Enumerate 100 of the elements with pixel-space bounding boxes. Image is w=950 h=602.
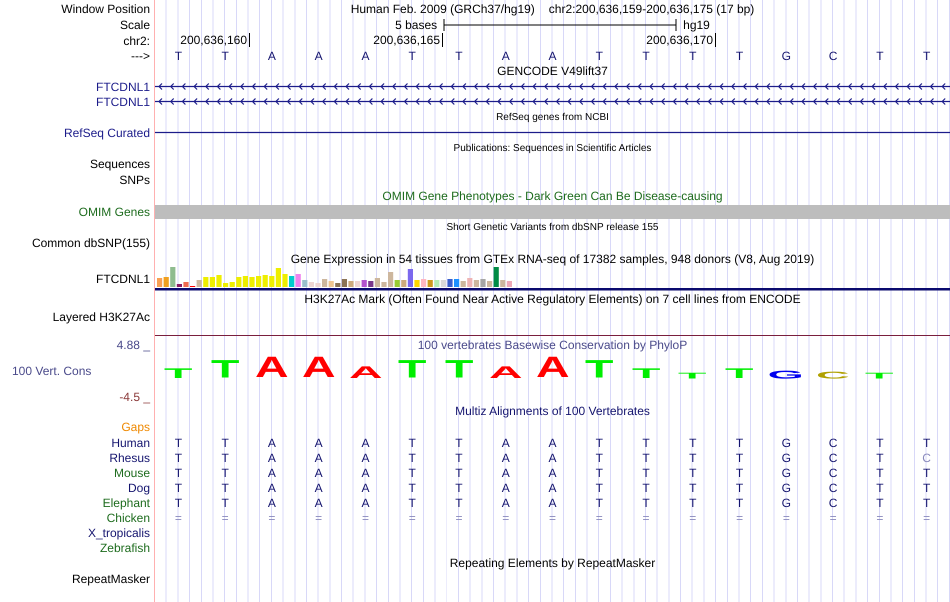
track-label[interactable]: FTCDNL1: [96, 272, 150, 286]
track-label[interactable]: Layered H3K27Ac: [52, 310, 150, 324]
alignment-base: T: [408, 436, 416, 450]
track-label[interactable]: Human: [111, 436, 150, 450]
alignment-base: A: [502, 450, 510, 464]
alignment-base: T: [174, 436, 182, 450]
alignment-base: A: [502, 480, 510, 494]
track-label[interactable]: Sequences: [90, 157, 150, 171]
alignment-base: T: [174, 450, 182, 464]
alignment-base: A: [361, 496, 370, 510]
logo-letter: T: [164, 368, 193, 379]
logo-letter: A: [302, 357, 336, 379]
alignment-base: T: [876, 436, 884, 450]
alignment-base: A: [314, 450, 323, 464]
track-label[interactable]: RepeatMasker: [72, 572, 150, 586]
track-label[interactable]: Zebrafish: [100, 540, 150, 554]
alignment-base: A: [268, 480, 276, 494]
alignment-base: =: [689, 510, 696, 524]
logo-letter: T: [584, 360, 614, 379]
track-label[interactable]: X_tropicalis: [88, 526, 150, 540]
alignment-base: T: [455, 480, 463, 494]
alignment-base: T: [221, 496, 229, 510]
alignment-base: =: [642, 510, 650, 524]
alignment-base: T: [876, 450, 884, 464]
alignment-base: T: [876, 466, 884, 480]
alignment-base: A: [314, 480, 323, 494]
alignment-base: T: [221, 450, 229, 464]
track-title: GENCODE V49lift37: [497, 64, 608, 78]
alignment-base: A: [502, 466, 510, 480]
alignment-base: T: [221, 480, 229, 494]
alignment-base: A: [548, 450, 557, 464]
alignment-base: =: [362, 510, 369, 524]
track-label[interactable]: RefSeq Curated: [64, 126, 150, 140]
alignment-base: =: [736, 510, 744, 524]
logo-letter: C: [816, 372, 850, 379]
track-label[interactable]: Common dbSNP(155): [32, 236, 150, 250]
alignment-base: A: [502, 436, 510, 450]
alignment-base: T: [642, 480, 650, 494]
track-label[interactable]: FTCDNL1: [96, 94, 150, 108]
track-label[interactable]: Chicken: [106, 510, 150, 524]
track-label[interactable]: SNPs: [119, 173, 150, 187]
logo-letter: T: [865, 372, 894, 379]
alignment-base: T: [221, 466, 229, 480]
alignment-base: T: [736, 450, 744, 464]
alignment-base: =: [923, 510, 930, 524]
track-label[interactable]: OMIM Genes: [78, 204, 150, 218]
logo-letter: A: [255, 357, 289, 379]
alignment-base: T: [689, 436, 696, 450]
base-letter: T: [642, 48, 650, 62]
alignment-base: A: [314, 466, 323, 480]
alignment-base: T: [174, 466, 182, 480]
base-letter: G: [782, 48, 791, 62]
alignment-base: A: [361, 480, 370, 494]
alignment-base: =: [408, 510, 416, 524]
base-letter: T: [876, 48, 884, 62]
logo-letter: T: [725, 368, 754, 379]
alignment-base: T: [736, 436, 744, 450]
alignment-base: C: [828, 480, 838, 494]
alignment-base: T: [596, 480, 603, 494]
base-letter: A: [548, 48, 557, 62]
track-title: H3K27Ac Mark (Often Found Near Active Regulatory Elements) on 7 cell lines from ENCODE: [304, 292, 801, 306]
base-letter: T: [736, 48, 744, 62]
strand-label: --->: [131, 48, 150, 62]
track-label[interactable]: Elephant: [102, 496, 150, 510]
alignment-base: T: [736, 480, 744, 494]
row-label: chr2:: [123, 34, 150, 48]
alignment-base: T: [736, 496, 744, 510]
alignment-base: T: [642, 496, 650, 510]
track-label[interactable]: Mouse: [114, 466, 150, 480]
track-title: OMIM Gene Phenotypes - Dark Green Can Be Disease-causing: [382, 189, 723, 203]
alignment-base: T: [689, 480, 696, 494]
alignment-base: A: [548, 466, 557, 480]
base-letter: A: [314, 48, 323, 62]
axis-max-label: 4.88 _: [116, 338, 150, 352]
alignment-base: T: [689, 466, 696, 480]
base-letter: T: [221, 48, 229, 62]
logo-letter: A: [488, 366, 522, 379]
track-label[interactable]: Rhesus: [109, 450, 150, 464]
track-label[interactable]: FTCDNL1: [96, 80, 150, 94]
alignment-base: A: [361, 450, 370, 464]
track-label[interactable]: Dog: [128, 480, 150, 494]
alignment-base: A: [361, 466, 370, 480]
row-label: Scale: [120, 18, 150, 32]
logo-letter: T: [678, 372, 707, 379]
alignment-base: =: [315, 510, 322, 524]
alignment-base: T: [455, 450, 463, 464]
alignment-base: G: [782, 450, 791, 464]
alignment-base: A: [268, 450, 276, 464]
track-title: Gene Expression in 54 tissues from GTEx RNA-seq of 17382 samples, 948 donors (V8, Aug 2019): [290, 252, 814, 266]
alignment-base: T: [922, 480, 930, 494]
logo-letter: T: [210, 360, 240, 379]
alignment-base: T: [408, 496, 416, 510]
position-range: chr2:200,636,159-200,636,175 (17 bp): [548, 2, 754, 16]
alignment-base: G: [782, 496, 791, 510]
expression-bars-drawing[interactable]: [155, 267, 950, 291]
logo-letter: T: [444, 360, 474, 379]
alignment-base: T: [642, 450, 650, 464]
base-letter: T: [596, 48, 603, 62]
alignment-base: =: [549, 510, 556, 524]
track-title: 100 vertebrates Basewise Conservation by PhyloP: [418, 338, 688, 352]
